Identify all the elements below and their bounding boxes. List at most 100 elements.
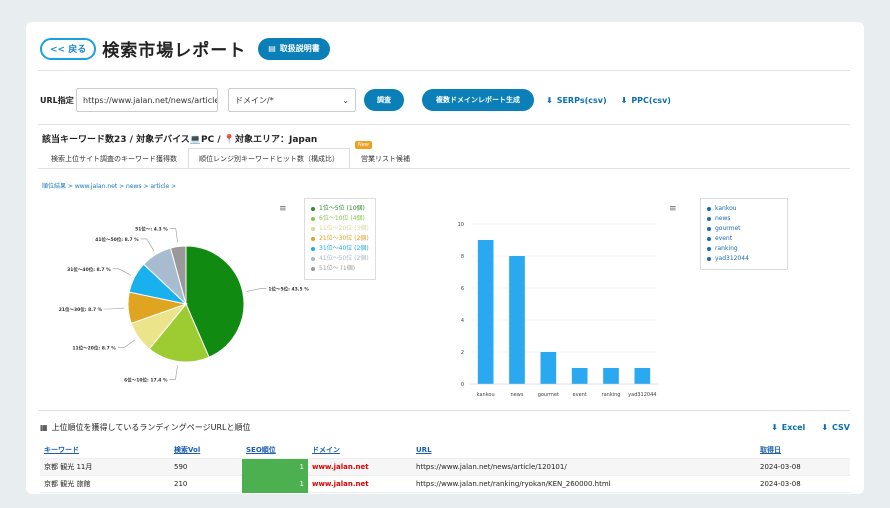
csv-download-link[interactable]: ⬇ CSV [821,423,850,432]
pie-legend-item[interactable]: 11位〜20位 (3個) [311,224,369,234]
breadcrumb[interactable]: 順位結果 > www.jalan.net > news > article > [42,181,176,190]
y-tick-label: 2 [461,350,464,356]
tab-sales-list-label: 営業リスト候補 [361,154,410,163]
url-cell[interactable]: https://www.jalan.net/news/article/12010… [410,463,756,471]
tab-divider [38,168,850,169]
pie-data-label: 1位〜5位: 43.5 % [268,286,309,293]
col-volume[interactable]: 検索Vol [170,445,242,455]
col-date[interactable]: 取得日 [756,445,846,455]
legend-dot-icon [311,267,315,271]
header-divider [38,70,850,71]
domain-cell[interactable]: www.jalan.net [308,463,410,471]
x-tick-label: kankou [477,392,495,398]
serps-csv-link[interactable]: ⬇ SERPs(csv) [546,96,607,105]
pie-legend-item[interactable]: 51位〜 (1個) [311,264,369,274]
bar-menu-icon[interactable]: ≡ [669,204,677,214]
excel-download-link[interactable]: ⬇ Excel [771,423,805,432]
bar-legend-item[interactable]: yad312044 [707,254,781,264]
manual-button[interactable]: ▤ 取扱説明書 [258,37,330,60]
seo-rank-cell: 1 [242,458,308,476]
table-icon: ▦ [40,422,48,432]
bar [540,352,557,384]
pie-legend-item[interactable]: 21位〜30位 (2個) [311,234,369,244]
col-seo-rank[interactable]: SEO順位 [242,445,308,455]
domain-cell[interactable]: www.jalan.net [308,480,410,488]
bar [634,368,651,384]
date-cell: 2024-03-08 [760,463,801,471]
pie-data-label: 11位〜20位: 8.7 % [72,345,116,352]
keyword-cell: 京都 観光 11月 [44,463,93,471]
ppc-csv-link[interactable]: ⬇ PPC(csv) [621,96,671,105]
tab-keyword-acquisition[interactable]: 検索上位サイト調査のキーワード獲得数 [40,148,188,168]
bar-legend-item[interactable]: gourmet [707,224,781,234]
book-icon: ▤ [268,44,276,53]
table-row: 京都 観光 11月 590 1 www.jalan.net https://ww… [40,458,850,476]
col-url[interactable]: URL [410,446,756,454]
keyword-cell: 京都 観光 旅館 [44,480,91,488]
ranking-table: キーワード 検索Vol SEO順位 ドメイン URL 取得日 京都 観光 11月… [40,442,850,493]
bar-legend-item[interactable]: event [707,234,781,244]
y-tick-label: 6 [461,286,464,292]
legend-label: gourmet [715,225,741,232]
csv-label: CSV [832,422,850,432]
legend-label: ranking [715,245,738,252]
table-row: 京都 観光 旅館 210 1 www.jalan.net https://www… [40,475,850,493]
url-form: URL指定 https://www.jalan.net/news/article… [40,88,671,112]
manual-label: 取扱説明書 [279,44,320,53]
pie-legend-item[interactable]: 31位〜40位 (2個) [311,244,369,254]
col-domain[interactable]: ドメイン [308,445,410,455]
domain-select[interactable]: ドメイン/* ⌄ [228,88,356,112]
url-label: URL指定 [40,95,74,105]
pie-legend-item[interactable]: 41位〜50位 (2個) [311,254,369,264]
table-divider [38,410,850,411]
bar-legend-item[interactable]: ranking [707,244,781,254]
col-keyword[interactable]: キーワード [40,445,170,455]
pie-menu-icon[interactable]: ≡ [279,204,287,214]
legend-dot-icon [311,247,315,251]
form-divider [38,124,850,125]
y-tick-label: 4 [461,318,464,324]
pie-legend: 1位〜5位 (10個) 6位〜10位 (4個) 11位〜20位 (3個) 21位〜30… [304,198,376,280]
pie-connector [104,307,125,310]
legend-dot-icon [707,227,711,231]
bar-legend-item[interactable]: news [707,214,781,224]
pie-legend-item[interactable]: 1位〜5位 (10個) [311,204,369,214]
tab-sales-list[interactable]: New 営業リスト候補 [350,141,421,168]
legend-label: news [715,215,731,222]
chevron-down-icon: ⌄ [342,95,349,105]
pie-connector [169,228,178,243]
url-cell[interactable]: https://www.jalan.net/ranking/ryokan/KEN… [410,480,756,488]
download-icon: ⬇ [771,422,778,432]
date-cell: 2024-03-08 [760,480,801,488]
bar [509,256,525,384]
pie-connector [117,339,136,349]
new-badge: New [355,141,372,149]
pie-data-label: 6位〜10位: 17.4 % [124,376,168,383]
legend-dot-icon [707,237,711,241]
url-input[interactable]: https://www.jalan.net/news/article [76,88,218,112]
x-tick-label: yad312044 [628,392,656,398]
legend-label: yad312044 [715,255,749,262]
multi-domain-report-button[interactable]: 複数ドメインレポート生成 [422,89,534,111]
pie-legend-item[interactable]: 6位〜10位 (4個) [311,214,369,224]
seo-rank-cell: 1 [242,475,308,493]
legend-label: 31位〜40位 (2個) [319,245,369,252]
search-button[interactable]: 調査 [364,89,404,111]
x-tick-label: gourmet [538,392,559,398]
bar-legend: kankou news gourmet event ranking yad312044 [700,198,788,270]
legend-label: 6位〜10位 (4個) [319,215,365,222]
ppc-csv-label: PPC(csv) [631,95,671,105]
legend-dot-icon [311,217,315,221]
table-title-text: 上位順位を獲得しているランディングページURLと順位 [51,422,251,432]
pie-connector [140,238,155,252]
legend-dot-icon [707,207,711,211]
bar-legend-item[interactable]: kankou [707,204,781,214]
legend-dot-icon [311,227,315,231]
bar [571,368,588,384]
tab-rank-range[interactable]: 順位レンジ別キーワードヒット数（構成比） [188,148,350,168]
legend-dot-icon [311,237,315,241]
legend-dot-icon [707,217,711,221]
back-button[interactable]: << 戻る [40,37,97,60]
pie-data-label: 21位〜30位: 8.7 % [59,306,103,313]
table-header-bar: ▦ 上位順位を獲得しているランディングページURLと順位 ⬇ Excel ⬇ C… [40,416,850,438]
